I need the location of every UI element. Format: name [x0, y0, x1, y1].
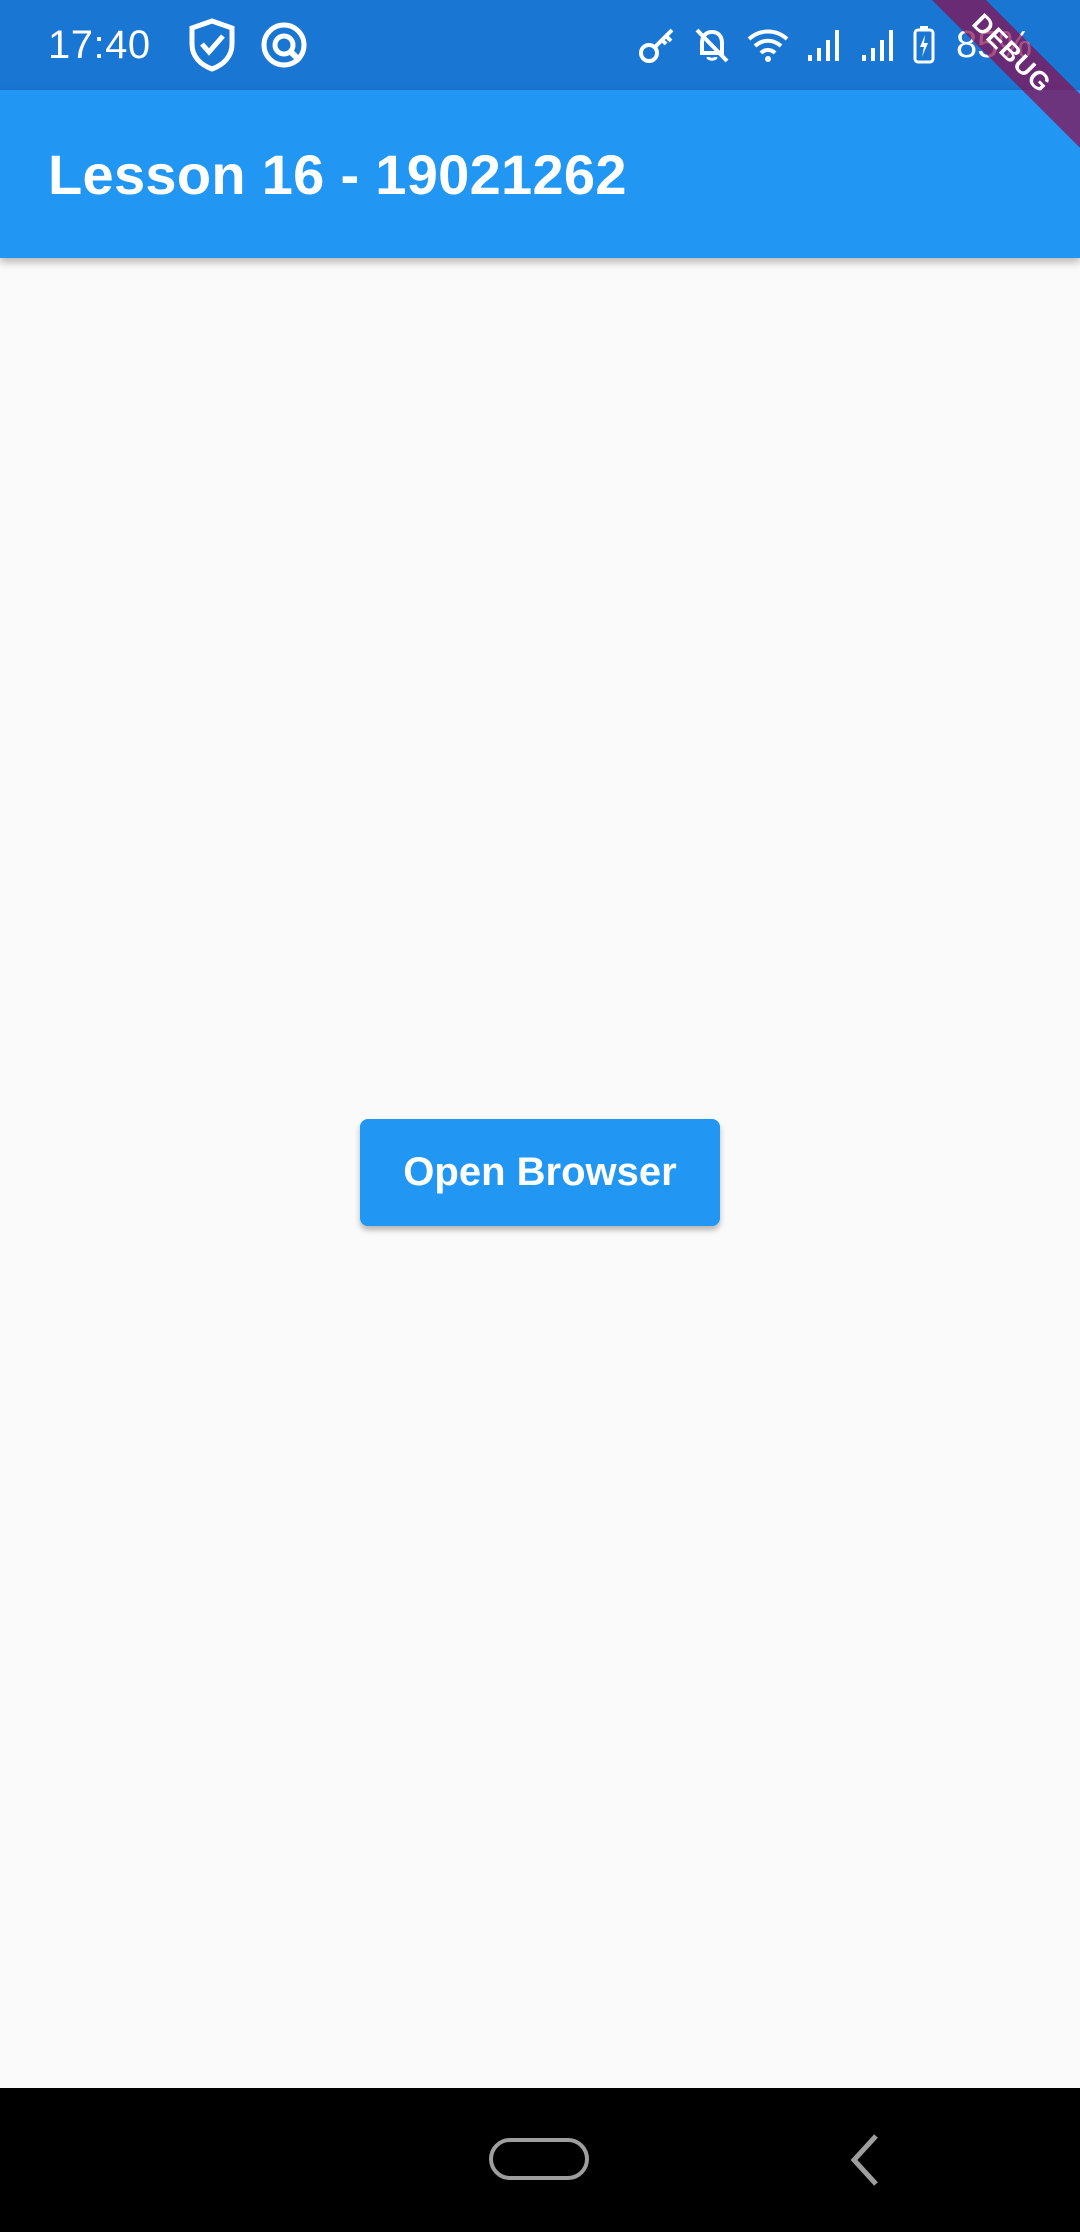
app-circle-icon [259, 20, 309, 70]
app-bar: Lesson 16 - 19021262 [0, 90, 1080, 258]
vpn-key-icon [638, 25, 678, 65]
battery-charging-icon [912, 25, 936, 65]
navigation-bar [0, 2088, 1080, 2232]
bell-off-icon [692, 25, 732, 65]
status-left-icons [187, 18, 309, 72]
home-pill-button[interactable] [489, 2138, 589, 2180]
main-content: Open Browser [0, 258, 1080, 2088]
screen: 17:40 DEBUG Lesson 16 - 19021262 Open Br… [0, 0, 1080, 2232]
open-browser-button[interactable]: Open Browser [360, 1119, 720, 1226]
back-chevron-icon[interactable] [846, 2132, 886, 2193]
status-bar: 17:40 [0, 0, 1080, 90]
wifi-icon [746, 25, 790, 65]
signal-2-icon [858, 25, 898, 65]
status-time: 17:40 [48, 22, 151, 67]
signal-1-icon [804, 25, 844, 65]
shield-check-icon [187, 18, 237, 72]
page-title: Lesson 16 - 19021262 [48, 142, 627, 206]
